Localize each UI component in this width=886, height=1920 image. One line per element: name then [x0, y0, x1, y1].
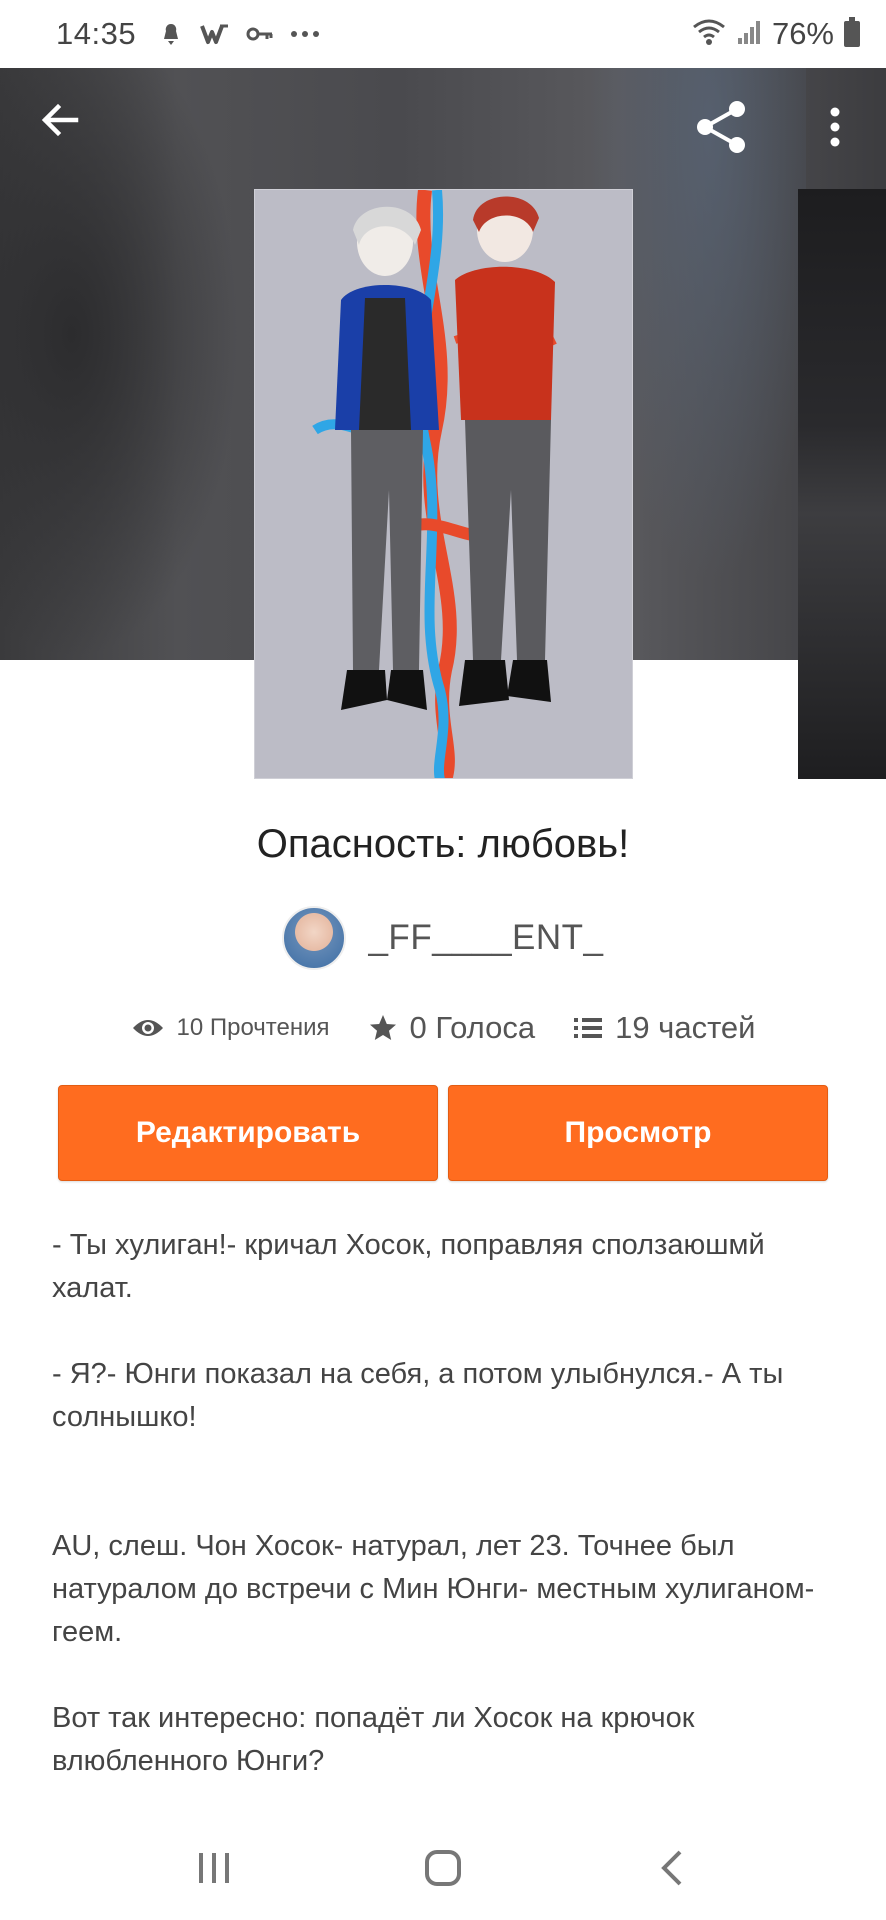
hero-blur-left: [0, 68, 240, 660]
next-story-cover[interactable]: [798, 189, 886, 779]
preview-button[interactable]: Просмотр: [448, 1085, 828, 1181]
story-title: Опасность: любовь!: [256, 822, 630, 866]
parts-count[interactable]: 19 частей: [615, 1010, 755, 1046]
description-paragraph: Вот так интересно: попадёт ли Хосок на к…: [52, 1702, 695, 1777]
recent-apps-button[interactable]: [174, 1828, 254, 1908]
key-icon: [246, 25, 274, 43]
eye-icon: [132, 1020, 163, 1036]
system-navigation-bar: [0, 1816, 886, 1920]
stat-votes: 0 Голоса: [368, 1010, 536, 1046]
author-row[interactable]: _FF____ENT_: [0, 906, 886, 970]
status-bar: 14:35 76%: [0, 0, 886, 68]
system-back-button[interactable]: [632, 1828, 712, 1908]
battery-percent: 76%: [771, 16, 834, 51]
list-icon: [574, 1018, 603, 1038]
status-notification-icons: [158, 21, 320, 47]
story-cover-image[interactable]: [254, 189, 633, 779]
back-button[interactable]: [30, 90, 90, 150]
description-paragraph: - Ты хулиган!- кричал Хосок, поправляя с…: [52, 1229, 765, 1304]
action-buttons: Редактировать Просмотр: [58, 1085, 828, 1181]
wifi-icon: [692, 18, 726, 51]
more-vertical-icon: [830, 107, 840, 147]
home-icon: [424, 1850, 461, 1886]
story-stats: 10 Прочтения 0 Голоса 19 частей: [0, 1010, 886, 1046]
home-button[interactable]: [403, 1828, 483, 1908]
status-system-icons: 76%: [692, 16, 860, 52]
description-paragraph: AU, слеш. Чон Хосок- натурал, лет 23. То…: [52, 1530, 815, 1648]
signal-icon: [736, 18, 762, 51]
story-description: - Ты хулиган!- кричал Хосок, поправляя с…: [52, 1224, 842, 1783]
edit-button[interactable]: Редактировать: [58, 1085, 438, 1181]
share-icon: [697, 101, 745, 153]
votes-count: 0 Голоса: [409, 1010, 536, 1045]
more-dots-icon: [290, 30, 320, 38]
stat-reads: 10 Прочтения: [131, 1014, 330, 1042]
battery-icon: [844, 17, 860, 47]
recent-apps-icon: [199, 1853, 230, 1883]
author-name[interactable]: _FF____ENT_: [368, 918, 603, 958]
reads-count: 10 Прочтения: [176, 1014, 330, 1041]
wattpad-icon: [200, 22, 230, 46]
description-paragraph: - Я?- Юнги показал на себя, а потом улыб…: [52, 1358, 784, 1433]
author-avatar[interactable]: [282, 906, 347, 970]
stat-parts[interactable]: 19 частей: [573, 1010, 755, 1046]
share-button[interactable]: [688, 94, 754, 160]
notification-icon: [158, 21, 184, 47]
more-options-button[interactable]: [810, 94, 860, 160]
cover-illustration: [255, 190, 632, 778]
arrow-left-icon: [41, 103, 79, 137]
back-icon: [660, 1850, 682, 1886]
status-time: 14:35: [56, 16, 137, 51]
star-icon: [369, 1015, 396, 1040]
